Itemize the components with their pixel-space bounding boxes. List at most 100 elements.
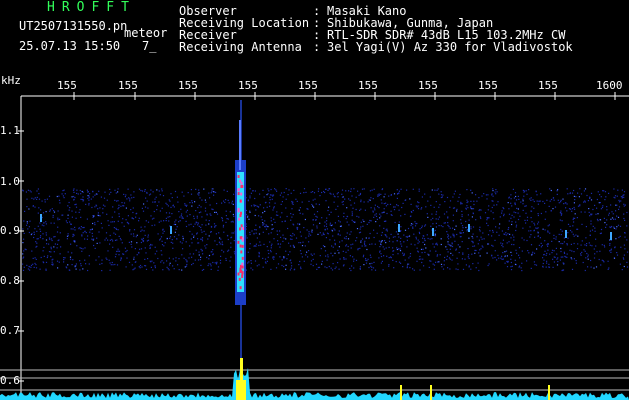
noise-speck	[613, 196, 615, 198]
noise-speck	[590, 199, 593, 201]
noise-speck	[44, 201, 46, 203]
noise-speck	[562, 243, 564, 245]
noise-speck	[572, 218, 574, 221]
noise-speck	[486, 222, 488, 224]
noise-speck	[341, 193, 343, 195]
noise-speck	[152, 269, 154, 271]
noise-speck	[535, 264, 538, 266]
noise-speck	[286, 258, 288, 260]
noise-speck	[511, 214, 513, 216]
noise-speck	[216, 261, 218, 263]
noise-speck	[418, 241, 420, 243]
noise-speck	[537, 213, 539, 215]
noise-speck	[283, 265, 285, 268]
noise-speck	[208, 254, 211, 257]
noise-speck	[201, 269, 203, 271]
noise-speck	[291, 265, 293, 267]
noise-speck	[468, 257, 470, 259]
noise-speck	[559, 219, 561, 221]
noise-speck	[573, 195, 575, 197]
noise-speck	[492, 212, 494, 214]
noise-speck	[81, 190, 83, 193]
noise-speck	[214, 262, 216, 264]
noise-speck	[23, 266, 25, 268]
noise-speck	[282, 196, 284, 198]
noise-speck	[589, 215, 591, 217]
noise-speck	[429, 196, 431, 198]
noise-speck	[177, 201, 179, 203]
noise-speck	[283, 191, 285, 194]
noise-speck	[511, 223, 513, 226]
noise-speck	[264, 226, 266, 228]
noise-speck	[88, 195, 90, 197]
noise-speck	[176, 196, 178, 198]
noise-speck	[345, 251, 347, 253]
noise-speck	[230, 221, 232, 223]
noise-speck	[386, 236, 388, 238]
noise-speck	[319, 232, 321, 234]
noise-speck	[583, 190, 585, 192]
noise-speck	[514, 263, 517, 265]
noise-speck	[165, 220, 167, 222]
noise-speck	[133, 268, 135, 270]
noise-speck	[353, 188, 355, 190]
noise-speck	[558, 233, 560, 235]
noise-speck	[52, 214, 54, 217]
noise-speck	[358, 216, 360, 218]
noise-speck	[261, 219, 263, 221]
noise-speck	[617, 224, 620, 226]
noise-speck	[595, 266, 598, 268]
noise-speck	[57, 210, 59, 212]
noise-speck	[267, 226, 269, 228]
noise-speck	[355, 208, 357, 211]
x-tick-label: 1600	[596, 79, 623, 92]
noise-speck	[50, 238, 53, 240]
noise-speck	[474, 249, 476, 251]
noise-speck	[109, 239, 111, 241]
noise-speck	[185, 241, 187, 243]
noise-speck	[286, 215, 288, 218]
noise-speck	[596, 251, 598, 253]
noise-speck	[216, 213, 219, 215]
noise-speck	[92, 196, 94, 198]
noise-speck	[268, 233, 270, 235]
noise-speck	[168, 199, 170, 201]
noise-speck	[73, 191, 75, 193]
noise-speck	[350, 269, 352, 272]
noise-speck	[272, 209, 274, 211]
noise-speck	[193, 215, 195, 217]
noise-speck	[74, 240, 76, 242]
noise-speck	[545, 254, 547, 256]
noise-speck	[224, 201, 226, 204]
noise-speck	[246, 216, 249, 218]
noise-speck	[571, 250, 573, 252]
noise-speck	[56, 195, 58, 198]
noise-speck	[537, 223, 539, 225]
noise-speck	[349, 255, 351, 257]
noise-speck	[230, 256, 232, 258]
noise-speck	[221, 217, 223, 219]
noise-speck	[442, 226, 444, 228]
noise-speck	[589, 230, 591, 232]
noise-speck	[383, 255, 385, 257]
noise-speck	[23, 250, 25, 252]
noise-speck	[154, 246, 156, 248]
noise-speck	[279, 256, 281, 258]
noise-speck	[334, 244, 336, 246]
noise-speck	[406, 239, 408, 241]
noise-speck	[447, 243, 449, 245]
noise-speck	[487, 234, 490, 236]
noise-speck	[427, 200, 429, 202]
noise-speck	[587, 256, 589, 258]
noise-speck	[492, 231, 494, 233]
noise-speck	[567, 223, 570, 225]
noise-speck	[194, 223, 196, 225]
noise-speck	[601, 259, 603, 261]
noise-speck	[591, 245, 593, 247]
noise-speck	[200, 238, 202, 240]
noise-speck	[50, 246, 52, 248]
noise-speck	[366, 223, 368, 225]
noise-speck	[75, 217, 77, 219]
noise-speck	[353, 267, 355, 269]
noise-speck	[154, 253, 156, 255]
